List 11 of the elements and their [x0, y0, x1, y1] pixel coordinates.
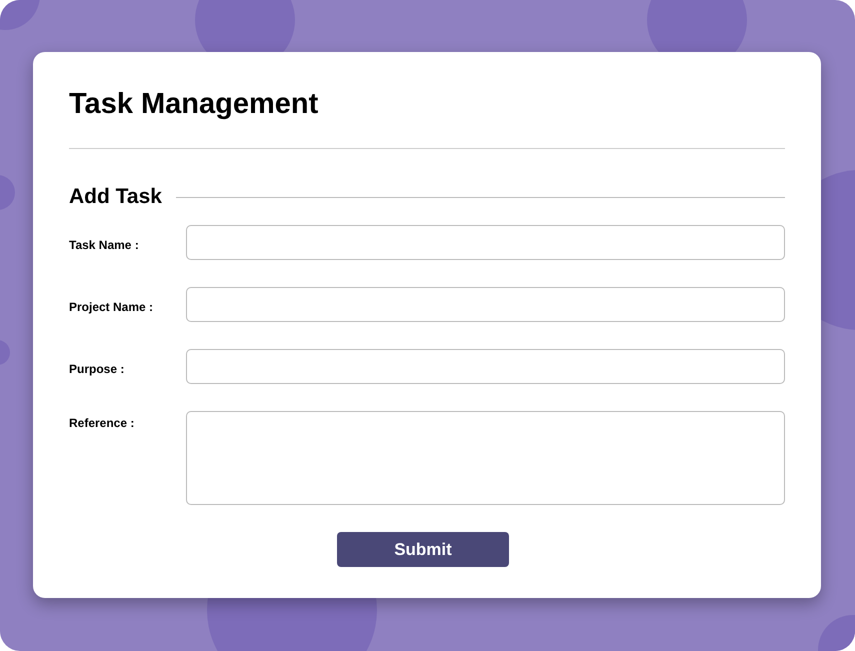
reference-field[interactable]: [186, 411, 785, 505]
field-label: Task Name :: [69, 238, 139, 252]
field-label: Project Name :: [69, 300, 154, 314]
field-label: Purpose :: [69, 362, 124, 376]
text-field[interactable]: [186, 349, 785, 384]
text-field[interactable]: [186, 225, 785, 260]
page-title: Task Management: [69, 87, 320, 122]
text-field[interactable]: [186, 287, 785, 322]
submit-button[interactable]: Submit: [337, 532, 509, 567]
field-label: Reference :: [69, 416, 134, 430]
section-title: Add Task: [69, 184, 162, 210]
